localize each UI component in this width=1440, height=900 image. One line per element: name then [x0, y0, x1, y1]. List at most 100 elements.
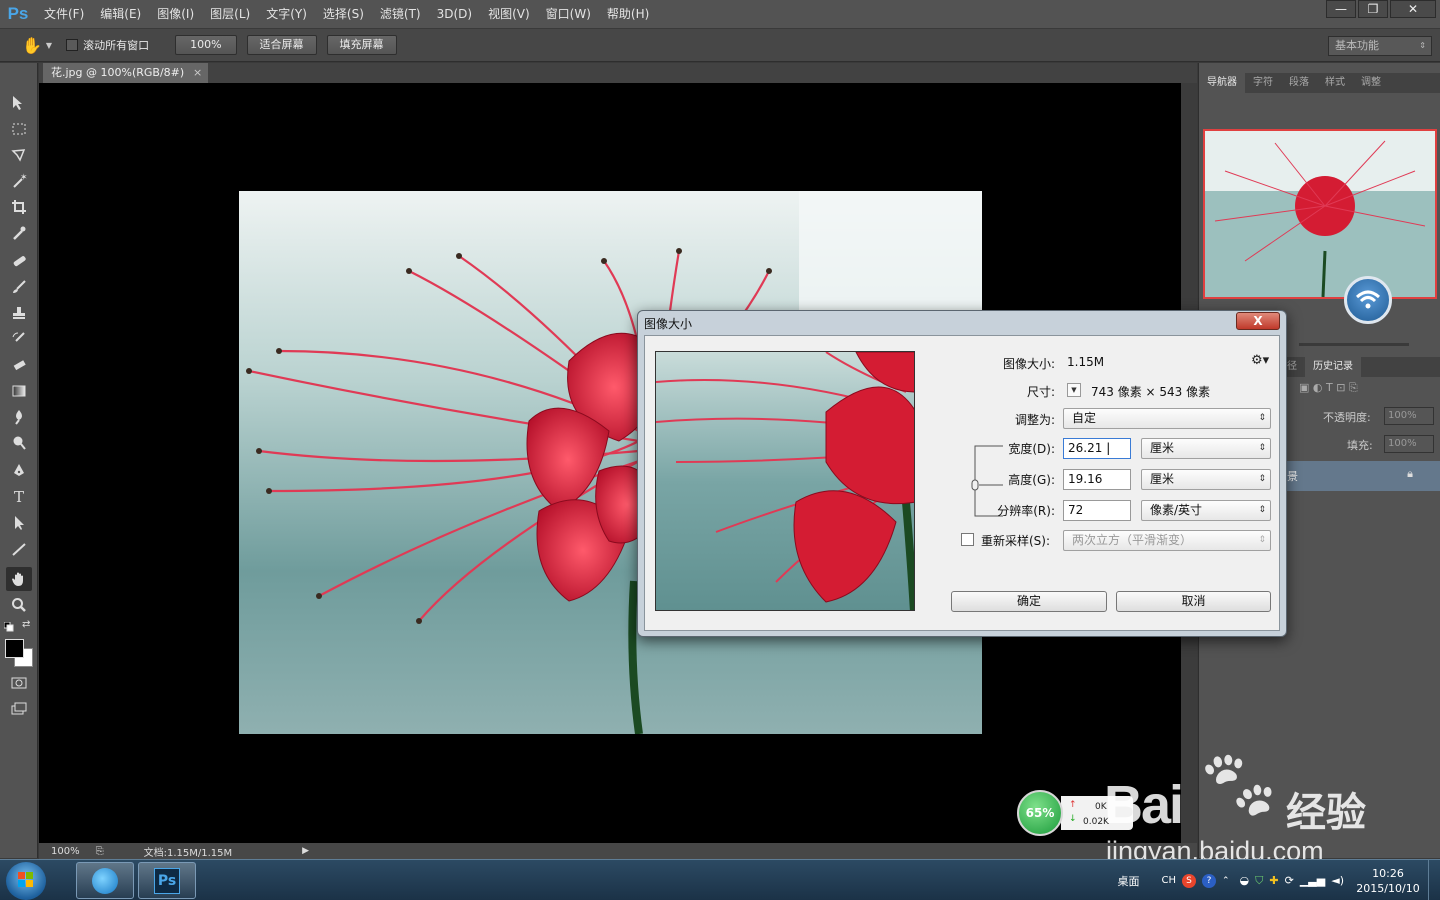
brush-tool-icon[interactable] [6, 275, 32, 299]
opacity-value[interactable]: 100% [1384, 407, 1434, 425]
zoom-100-button[interactable]: 100% [175, 35, 237, 55]
image-preview[interactable] [655, 351, 915, 611]
sogou-icon[interactable]: S [1182, 873, 1196, 888]
status-menu-arrow-icon[interactable]: ▶ [302, 846, 309, 856]
magic-wand-icon[interactable]: ✶ [6, 169, 32, 193]
scroll-all-windows-checkbox[interactable]: 滚动所有窗口 [66, 37, 149, 53]
network-tray-icon[interactable]: ◒ [1240, 874, 1250, 887]
menu-filter[interactable]: 滤镜(T) [372, 0, 429, 28]
tab-close-icon[interactable]: × [193, 63, 202, 83]
tab-paragraph[interactable]: 段落 [1281, 73, 1317, 93]
memory-percent-circle[interactable]: 65% [1017, 790, 1063, 836]
menu-help[interactable]: 帮助(H) [599, 0, 657, 28]
dialog-close-button[interactable]: X [1236, 312, 1280, 330]
menu-window[interactable]: 窗口(W) [538, 0, 599, 28]
close-window-button[interactable]: ✕ [1390, 0, 1436, 18]
lasso-tool-icon[interactable] [6, 143, 32, 167]
tab-history[interactable]: 历史记录 [1305, 357, 1361, 377]
dimensions-dropdown-icon[interactable]: ▼ [1067, 383, 1081, 397]
language-indicator[interactable]: CH [1161, 875, 1176, 886]
resolution-unit-select[interactable]: 像素/英寸 ⇕ [1141, 500, 1271, 521]
menu-view[interactable]: 视图(V) [480, 0, 538, 28]
help-icon[interactable]: ? [1202, 873, 1216, 888]
system-tray: 桌面 CH S ? ⌃ ◒ ⛉ ✚ ⟳ ▁▃▅ ◄) 10:26 2015/10… [1117, 860, 1440, 900]
marquee-tool-icon[interactable] [6, 117, 32, 141]
swap-colors-icon[interactable]: ⇄ [22, 619, 30, 630]
stamp-tool-icon[interactable] [6, 301, 32, 325]
menu-select[interactable]: 选择(S) [315, 0, 372, 28]
checkbox-box[interactable] [66, 39, 79, 51]
layer-name: 景 [1287, 470, 1298, 483]
crop-tool-icon[interactable] [6, 195, 32, 219]
quick-mask-icon[interactable] [6, 671, 32, 695]
menu-3d[interactable]: 3D(D) [429, 0, 480, 28]
blur-tool-icon[interactable] [6, 405, 32, 429]
line-tool-icon[interactable] [6, 537, 32, 561]
network-speed-widget[interactable]: ↑ 0K ↓ 0.02K 65% [1017, 790, 1141, 836]
menu-file[interactable]: 文件(F) [36, 0, 92, 28]
restore-button[interactable]: ❐ [1358, 0, 1388, 18]
fill-screen-button[interactable]: 填充屏幕 [326, 35, 397, 55]
resolution-field[interactable]: 72 [1063, 500, 1131, 521]
taskbar-app-browser[interactable] [76, 862, 134, 899]
move-tool-icon[interactable] [6, 91, 32, 115]
cancel-button[interactable]: 取消 [1116, 591, 1271, 612]
hand-tool-preset-icon[interactable]: ✋ [22, 36, 42, 55]
width-field[interactable]: 26.21 | [1063, 438, 1131, 459]
zoom-tool-icon[interactable] [6, 593, 32, 617]
preset-dropdown-icon[interactable]: ▼ [46, 41, 52, 50]
ok-button[interactable]: 确定 [951, 591, 1107, 612]
eraser-tool-icon[interactable] [6, 353, 32, 377]
gear-icon[interactable]: ⚙▾ [1251, 353, 1269, 368]
tab-character[interactable]: 字符 [1245, 73, 1281, 93]
resample-select[interactable]: 两次立方（平滑渐变） ⇕ [1063, 530, 1271, 551]
shield-icon[interactable]: ⛉ [1255, 874, 1263, 888]
fit-to-select[interactable]: 自定 ⇕ [1063, 408, 1271, 429]
tab-adjustments[interactable]: 调整 [1353, 73, 1389, 93]
start-button[interactable] [6, 862, 46, 900]
fit-screen-button[interactable]: 适合屏幕 [246, 35, 317, 55]
menu-type[interactable]: 文字(Y) [258, 0, 315, 28]
wifi-icon[interactable] [1344, 276, 1392, 324]
menu-layer[interactable]: 图层(L) [202, 0, 258, 28]
tray-expand-icon[interactable]: ⌃ [1222, 876, 1230, 886]
show-desktop-button[interactable] [1428, 860, 1440, 900]
height-unit-select[interactable]: 厘米 ⇕ [1141, 469, 1271, 490]
healing-brush-icon[interactable] [6, 249, 32, 273]
foreground-color-swatch[interactable] [5, 639, 24, 658]
desktop-label[interactable]: 桌面 [1117, 873, 1139, 889]
gradient-tool-icon[interactable] [6, 379, 32, 403]
resample-checkbox[interactable] [961, 533, 974, 546]
type-tool-icon[interactable]: T [6, 485, 32, 509]
navigator-thumbnail[interactable] [1203, 129, 1437, 299]
fill-value[interactable]: 100% [1384, 435, 1434, 453]
export-icon[interactable]: ⎘ [96, 846, 104, 857]
clock[interactable]: 10:26 2015/10/10 [1348, 866, 1428, 896]
hand-tool-icon[interactable] [6, 567, 32, 591]
height-field[interactable]: 19.16 [1063, 469, 1131, 490]
document-tab[interactable]: 花.jpg @ 100%(RGB/8#) × [43, 63, 209, 83]
pen-tool-icon[interactable] [6, 459, 32, 483]
eyedropper-icon[interactable] [6, 221, 32, 245]
volume-icon[interactable]: ◄) [1331, 874, 1344, 887]
tab-styles[interactable]: 样式 [1317, 73, 1353, 93]
taskbar-app-photoshop[interactable]: Ps [138, 862, 196, 899]
height-label: 高度(G): [1008, 473, 1055, 487]
tab-navigator[interactable]: 导航器 [1199, 73, 1245, 93]
default-colors-icon[interactable] [3, 621, 14, 632]
dodge-tool-icon[interactable] [6, 431, 32, 455]
screen-mode-icon[interactable] [6, 697, 32, 721]
menu-image[interactable]: 图像(I) [149, 0, 202, 28]
signal-icon[interactable]: ▁▃▅ [1300, 874, 1325, 887]
layer-filter-icons[interactable]: ▣ ◐ T ⊡ ⎘ [1299, 381, 1358, 395]
width-unit-select[interactable]: 厘米 ⇕ [1141, 438, 1271, 459]
workspace-select[interactable]: 基本功能 ⇕ [1328, 36, 1432, 56]
zoom-readout[interactable]: 100% [51, 846, 80, 857]
sync-tray-icon[interactable]: ⟳ [1285, 874, 1294, 887]
path-selection-icon[interactable] [6, 511, 32, 535]
history-brush-icon[interactable] [6, 327, 32, 351]
security-tray-icon[interactable]: ✚ [1269, 874, 1278, 887]
minimize-button[interactable]: — [1326, 0, 1356, 18]
menu-edit[interactable]: 编辑(E) [92, 0, 149, 28]
navigator-zoom-slider[interactable] [1299, 343, 1409, 346]
